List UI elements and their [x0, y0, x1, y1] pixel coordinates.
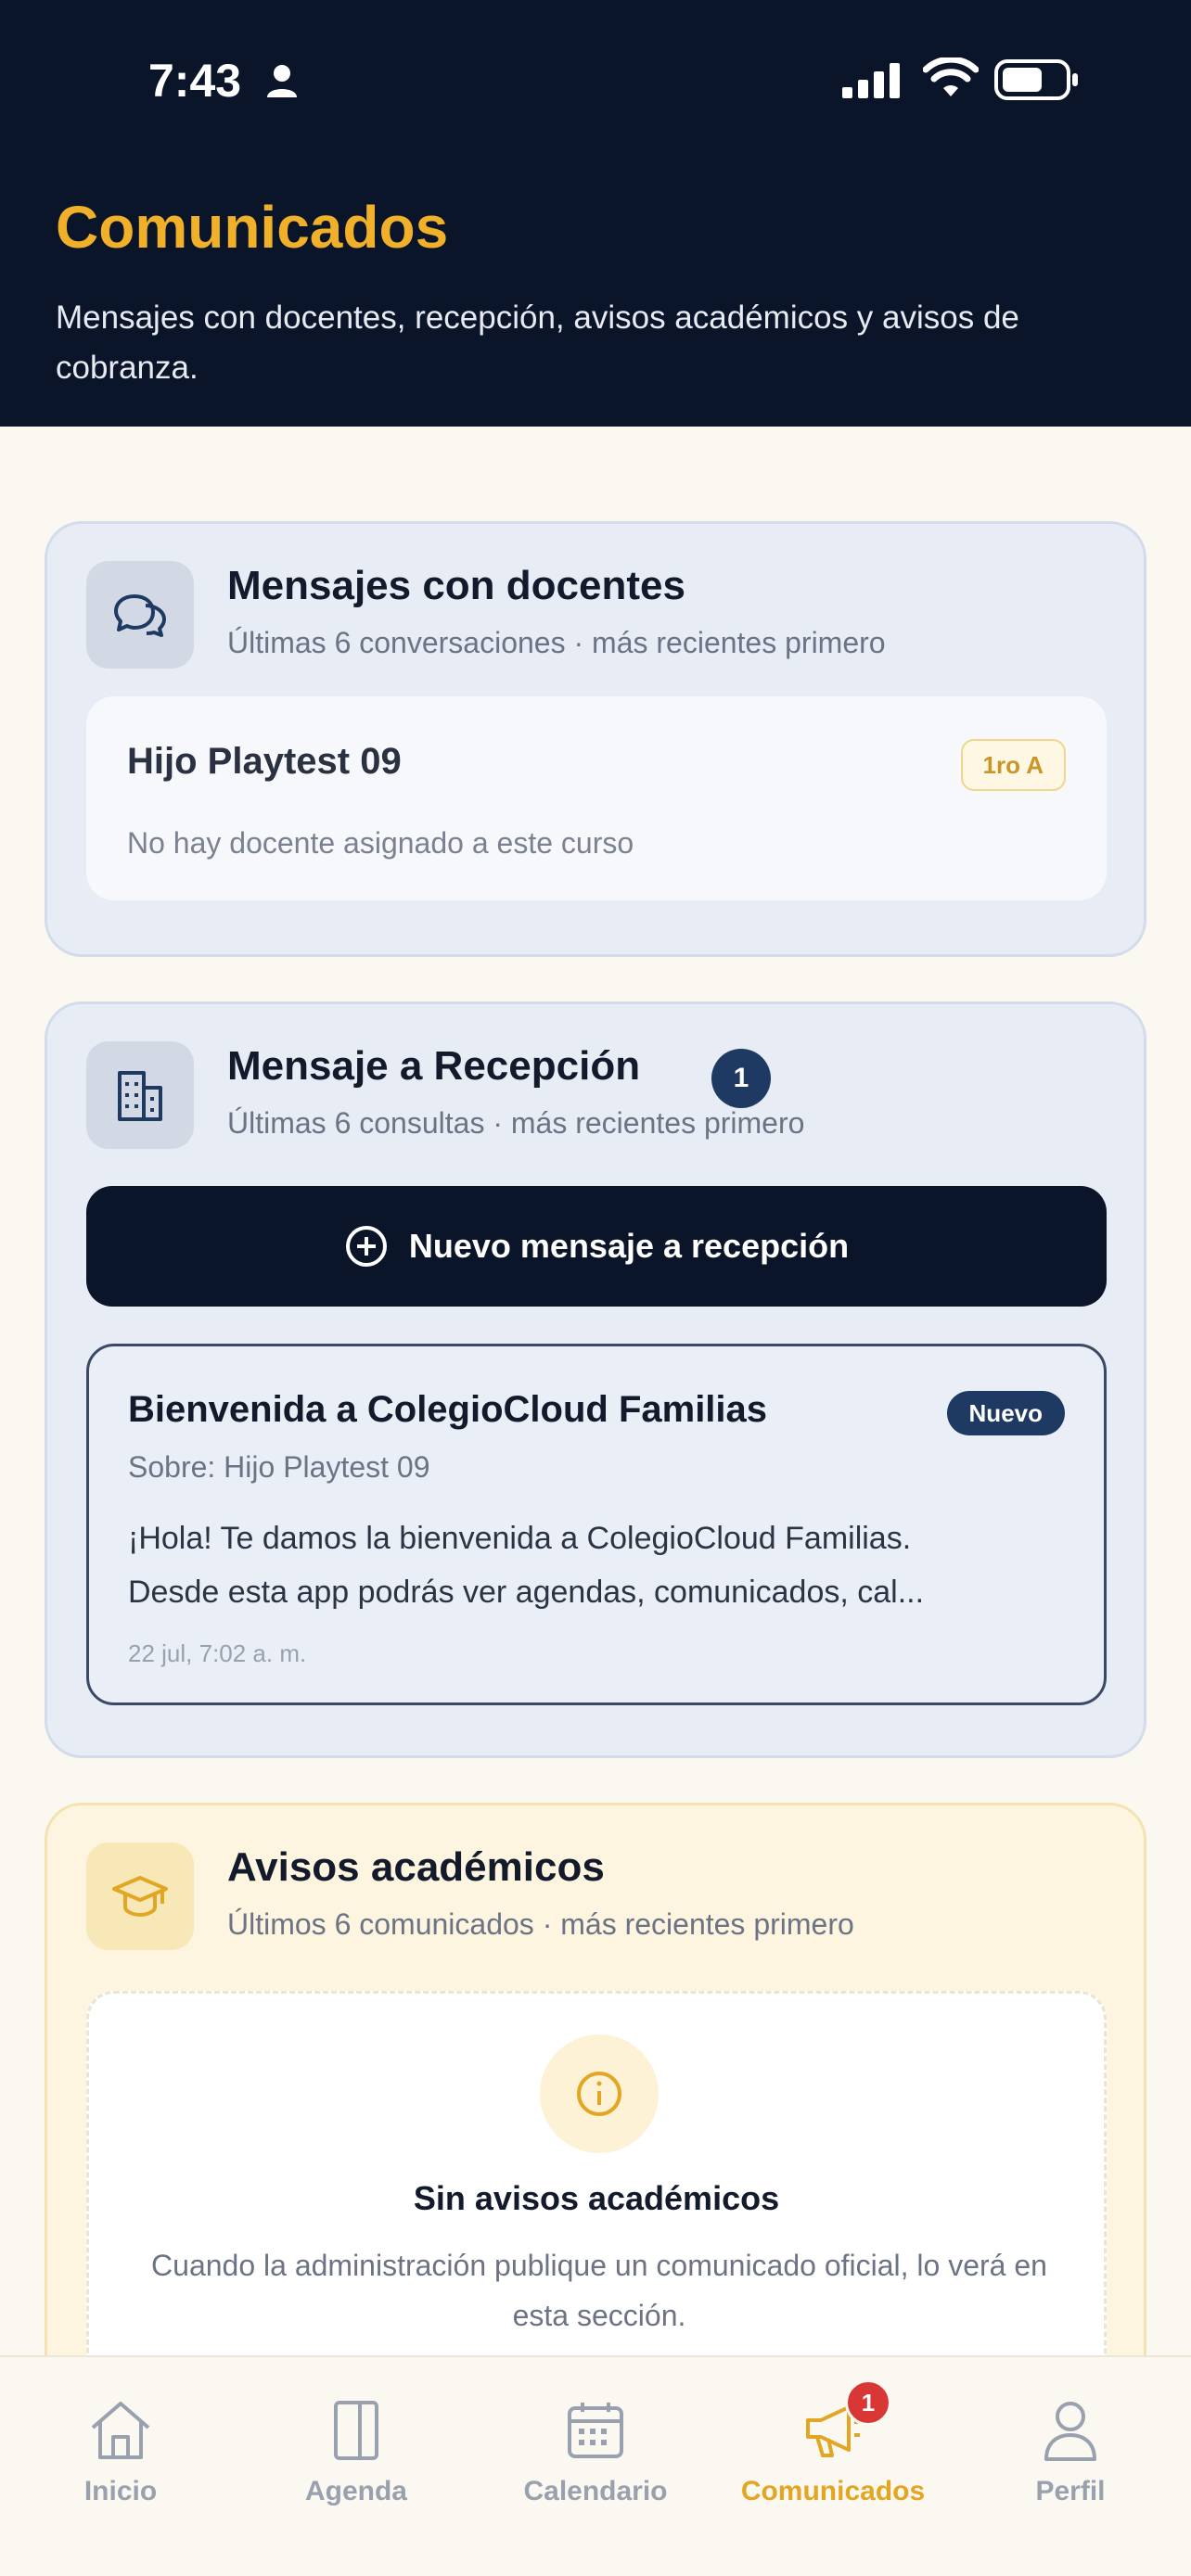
nav-inicio[interactable]: Inicio: [28, 2394, 213, 2533]
student-note: No hay docente asignado a este curso: [127, 826, 634, 860]
app-header: 7:43 Comunicados Mensajes con docentes, …: [0, 0, 1191, 427]
message-date: 22 jul, 7:02 a. m.: [128, 1639, 307, 1667]
wifi-icon: [923, 57, 979, 96]
empty-text: Cuando la administración publique un com…: [151, 2249, 1047, 2332]
card-meta: Últimos 6 comunicados · más recientes pr…: [227, 1907, 854, 1941]
notification-badge: 1: [845, 2379, 891, 2426]
nav-comunicados[interactable]: 1 Comunicados: [740, 2379, 926, 2533]
academic-notices-card: Avisos académicos Últimos 6 comunicados …: [45, 1803, 1146, 2452]
message-about: Sobre: Hijo Playtest 09: [128, 1450, 430, 1484]
reception-card: Mensaje a Recepción 1 Últimas 6 consulta…: [45, 1001, 1146, 1758]
info-icon: [540, 2034, 659, 2153]
message-preview-line: ¡Hola! Te damos la bienvenida a ColegioC…: [128, 1521, 912, 1556]
plus-circle-icon: [345, 1226, 387, 1267]
new-reception-message-button[interactable]: Nuevo mensaje a recepción: [86, 1186, 1107, 1307]
student-name: Hijo Playtest 09: [127, 741, 402, 782]
nav-label: Perfil: [1035, 2476, 1106, 2506]
nav-perfil[interactable]: Perfil: [978, 2394, 1163, 2533]
bottom-navigation: Inicio Agenda Calendario 1 Comunicados P…: [0, 2355, 1191, 2576]
course-tag: 1ro A: [960, 739, 1066, 791]
message-title: Bienvenida a ColegioCloud Familias: [128, 1389, 768, 1430]
user-icon: [1041, 2394, 1100, 2467]
battery-icon: [994, 59, 1078, 100]
home-icon: [87, 2394, 154, 2467]
building-icon: [86, 1041, 194, 1149]
status-time: 7:43: [148, 55, 242, 107]
chat-icon: [86, 561, 194, 669]
card-meta: Últimas 6 conversaciones · más recientes…: [227, 626, 886, 659]
status-bar: 7:43: [0, 0, 1191, 167]
new-reception-message-label: Nuevo mensaje a recepción: [408, 1227, 850, 1265]
message-item[interactable]: Bienvenida a ColegioCloud Familias Nuevo…: [86, 1344, 1107, 1705]
book-icon: [328, 2394, 384, 2467]
megaphone-icon: 1: [802, 2379, 891, 2467]
nav-label: Calendario: [523, 2476, 668, 2506]
nav-calendario[interactable]: Calendario: [503, 2394, 688, 2533]
student-row[interactable]: Hijo Playtest 09 1ro A No hay docente as…: [86, 696, 1107, 900]
nav-label: Inicio: [83, 2476, 158, 2506]
teacher-messages-card: Mensajes con docentes Últimas 6 conversa…: [45, 521, 1146, 957]
page-subtitle: Mensajes con docentes, recepción, avisos…: [56, 300, 1019, 386]
person-icon: [267, 65, 297, 97]
card-title: Mensajes con docentes: [227, 563, 685, 608]
card-meta: Últimas 6 consultas · más recientes prim…: [227, 1106, 805, 1140]
calendar-icon: [564, 2394, 627, 2467]
message-preview-line: Desde esta app podrás ver agendas, comun…: [128, 1575, 925, 1610]
card-title: Avisos académicos: [227, 1844, 605, 1890]
nav-label: Comunicados: [740, 2476, 926, 2506]
unread-count-badge: 1: [711, 1049, 771, 1108]
graduation-cap-icon: [86, 1843, 194, 1950]
card-title: Mensaje a Recepción: [227, 1043, 641, 1089]
page-title: Comunicados: [56, 194, 449, 261]
message-preview: ¡Hola! Te damos la bienvenida a ColegioC…: [128, 1511, 1074, 1619]
empty-title: Sin avisos académicos: [413, 2179, 780, 2217]
nav-agenda[interactable]: Agenda: [263, 2394, 449, 2533]
empty-state: Sin avisos académicos Cuando la administ…: [86, 1991, 1107, 2380]
cellular-signal-icon: [842, 63, 900, 98]
new-badge: Nuevo: [946, 1391, 1065, 1435]
nav-label: Agenda: [304, 2476, 407, 2506]
